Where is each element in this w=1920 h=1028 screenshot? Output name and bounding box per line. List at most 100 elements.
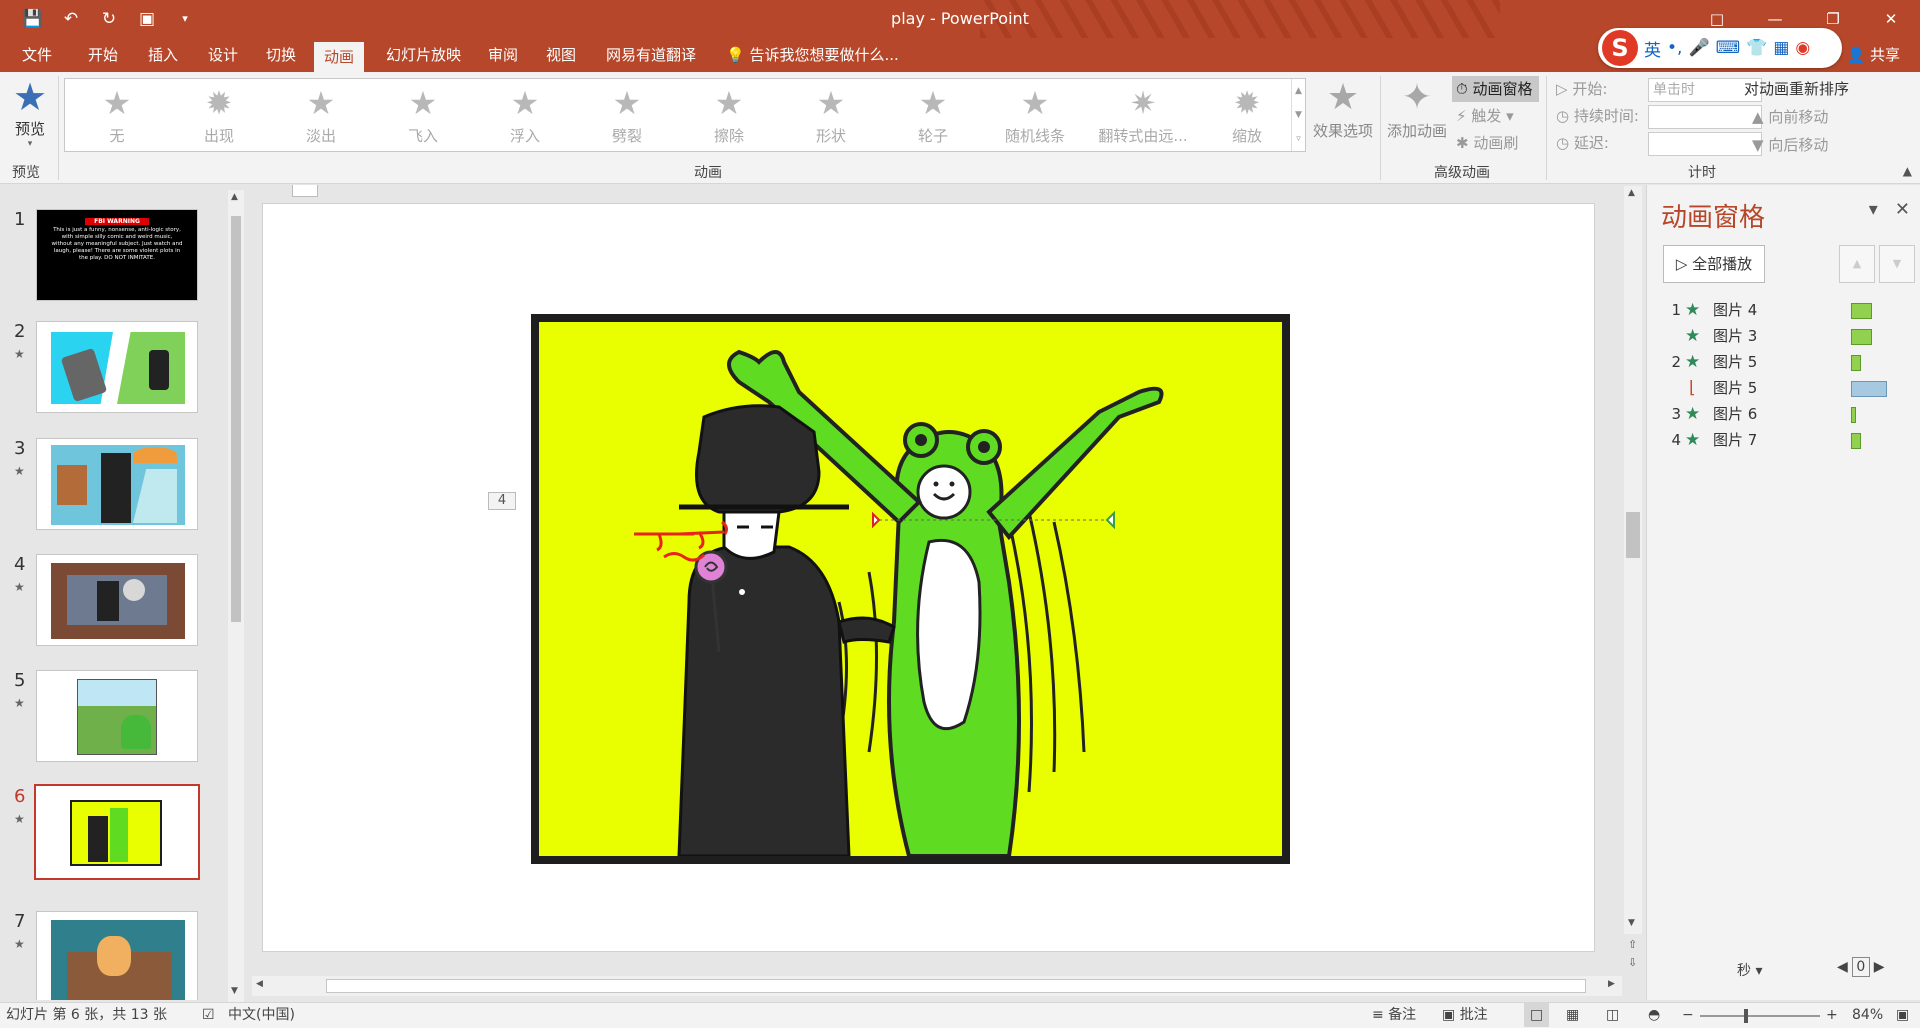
avatar-icon[interactable]: ◉ — [1795, 38, 1810, 58]
tab-animations[interactable]: 动画 — [314, 42, 365, 72]
seconds-dropdown[interactable]: 秒 ▾ — [1737, 960, 1762, 980]
anim-float-in[interactable]: ★ 浮入 — [477, 79, 573, 153]
chevron-right-icon[interactable]: ▶ — [1608, 979, 1615, 989]
more-icon[interactable]: ▿ — [1292, 127, 1305, 151]
anim-fly-in[interactable]: ★ 飞入 — [375, 79, 471, 153]
chevron-left-icon[interactable]: ◀ — [1837, 959, 1848, 975]
slideshow-view-icon[interactable]: ◓ — [1648, 1003, 1660, 1027]
chevron-up-icon[interactable]: ▲ — [1628, 188, 1635, 198]
trigger-button[interactable]: ⚡ 触发 ▾ — [1452, 103, 1520, 129]
zoom-out-icon[interactable]: − — [1682, 1003, 1694, 1027]
tab-view[interactable]: 视图 — [536, 38, 586, 72]
anim-fade[interactable]: ★ 淡出 — [273, 79, 369, 153]
move-later-button[interactable]: ▼ 向后移动 — [1752, 134, 1828, 155]
chevron-up-icon[interactable]: ▲ — [1292, 79, 1305, 103]
notes-button[interactable]: ≡ 备注 — [1372, 1003, 1416, 1027]
animation-item[interactable]: ⌊ 图片 5 — [1667, 376, 1917, 400]
tab-home[interactable]: 开始 — [78, 38, 128, 72]
tab-transitions[interactable]: 切换 — [256, 38, 306, 72]
animation-item[interactable]: 3 ★ 图片 6 — [1667, 402, 1917, 426]
tab-slideshow[interactable]: 幻灯片放映 — [376, 38, 471, 72]
zoom-slider[interactable] — [1700, 1009, 1820, 1023]
animation-item[interactable]: 2 ★ 图片 5 — [1667, 350, 1917, 374]
keyboard-icon[interactable]: ⌨ — [1716, 38, 1741, 58]
zoom-level[interactable]: 84% — [1852, 1003, 1883, 1027]
preview-button[interactable]: ★ 预览 ▾ — [8, 76, 52, 149]
slide-picture[interactable] — [531, 314, 1290, 864]
comments-button[interactable]: ▣ 批注 — [1442, 1003, 1488, 1027]
thumbnail-slide-3[interactable]: 3 ★ — [0, 438, 250, 533]
move-earlier-button[interactable]: ▲ 向前移动 — [1752, 106, 1828, 127]
language[interactable]: 中文(中国) — [228, 1003, 295, 1027]
mic-icon[interactable]: 🎤 — [1688, 38, 1709, 58]
anim-random-bars[interactable]: ★ 随机线条 — [987, 79, 1083, 153]
anim-grow-turn[interactable]: ✷ 翻转式由远... — [1089, 79, 1197, 153]
ime-punct[interactable]: •, — [1667, 38, 1682, 58]
anim-appear[interactable]: ✹ 出现 — [171, 79, 267, 153]
spellcheck-icon[interactable]: ☑ — [202, 1003, 215, 1027]
anim-zoom[interactable]: ✹ 缩放 — [1199, 79, 1295, 153]
thumbnail-slide-6[interactable]: 6 ★ — [0, 784, 250, 881]
chevron-down-icon[interactable]: ▼ — [231, 986, 238, 996]
chevron-left-icon[interactable]: ◀ — [256, 979, 263, 989]
slide-horizontal-scrollbar[interactable]: ◀ ▶ — [252, 976, 1622, 996]
timing-bar[interactable] — [1851, 329, 1872, 345]
animation-number-tag[interactable]: 4 — [488, 492, 516, 510]
thumbnail-slide-4[interactable]: 4 ★ — [0, 554, 250, 649]
animation-item[interactable]: ★ 图片 3 — [1667, 324, 1917, 348]
timing-bar[interactable] — [1851, 303, 1872, 319]
timing-bar[interactable] — [1851, 355, 1861, 371]
anim-wipe[interactable]: ★ 擦除 — [681, 79, 777, 153]
tab-youdao[interactable]: 网易有道翻译 — [596, 38, 706, 72]
pane-options-icon[interactable]: ▾ — [1869, 199, 1878, 220]
move-up-button[interactable]: ▲ — [1839, 245, 1875, 283]
timing-bar[interactable] — [1851, 433, 1861, 449]
skin-icon[interactable]: 👕 — [1746, 38, 1767, 58]
thumbnail-slide-2[interactable]: 2 ★ — [0, 321, 250, 416]
scroll-thumb[interactable] — [1626, 512, 1640, 558]
chevron-up-icon[interactable]: ▲ — [231, 192, 238, 202]
share-button[interactable]: 👤 共享 — [1847, 38, 1900, 72]
thumbnails-scrollbar[interactable]: ▲ ▼ — [228, 190, 244, 1002]
anim-wheel[interactable]: ★ 轮子 — [885, 79, 981, 153]
thumbnail-slide-7[interactable]: 7 ★ — [0, 911, 250, 1000]
toolbox-icon[interactable]: ▦ — [1773, 38, 1789, 58]
anim-split[interactable]: ★ 劈裂 — [579, 79, 675, 153]
move-down-button[interactable]: ▼ — [1879, 245, 1915, 283]
scroll-thumb[interactable] — [231, 216, 241, 622]
animation-item[interactable]: 4 ★ 图片 7 — [1667, 428, 1917, 452]
sogou-logo[interactable]: S — [1602, 30, 1638, 66]
gallery-scrollbar[interactable]: ▲ ▼ ▿ — [1291, 79, 1305, 151]
tab-file[interactable]: 文件 — [12, 38, 62, 72]
slide-sorter-icon[interactable]: ▦ — [1566, 1003, 1579, 1027]
close-pane-icon[interactable]: ✕ — [1895, 199, 1910, 220]
zoom-slider-knob[interactable] — [1744, 1009, 1748, 1023]
reading-view-icon[interactable]: ◫ — [1606, 1003, 1619, 1027]
tab-design[interactable]: 设计 — [198, 38, 248, 72]
timing-bar[interactable] — [1851, 407, 1856, 423]
play-all-button[interactable]: ▷ 全部播放 — [1663, 245, 1765, 283]
zoom-in-icon[interactable]: + — [1826, 1003, 1838, 1027]
animation-item[interactable]: 1 ★ 图片 4 — [1667, 298, 1917, 322]
delay-spinner[interactable] — [1648, 132, 1762, 156]
animation-pane-button[interactable]: ⏱ 动画窗格 — [1452, 76, 1539, 102]
timeline-zoom-value[interactable]: 0 — [1851, 957, 1870, 977]
animation-painter-button[interactable]: ✱ 动画刷 — [1452, 130, 1524, 156]
slide-vertical-scrollbar[interactable]: ▲ ▼ — [1624, 186, 1642, 934]
tab-insert[interactable]: 插入 — [138, 38, 188, 72]
normal-view-icon[interactable]: □ — [1524, 1003, 1550, 1027]
prev-slide-icon[interactable]: ⇧ — [1628, 936, 1637, 954]
chevron-down-icon[interactable]: ▼ — [1292, 103, 1305, 127]
chevron-right-icon[interactable]: ▶ — [1874, 959, 1885, 975]
anim-shape[interactable]: ★ 形状 — [783, 79, 879, 153]
tab-review[interactable]: 审阅 — [478, 38, 528, 72]
next-slide-icon[interactable]: ⇩ — [1628, 954, 1637, 972]
thumbnail-slide-1[interactable]: 1 FBI WARNING This is just a funny, nons… — [0, 209, 250, 304]
anim-none[interactable]: ★ 无 — [69, 79, 165, 153]
scroll-thumb[interactable] — [326, 979, 1586, 993]
chevron-down-icon[interactable]: ▼ — [1628, 918, 1635, 928]
timing-bar[interactable] — [1851, 381, 1887, 397]
fit-slide-icon[interactable]: ▣ — [1896, 1003, 1909, 1027]
add-animation-button[interactable]: ✦ 添加动画 — [1384, 76, 1450, 141]
collapse-ribbon-icon[interactable]: ▲ — [1903, 164, 1912, 178]
